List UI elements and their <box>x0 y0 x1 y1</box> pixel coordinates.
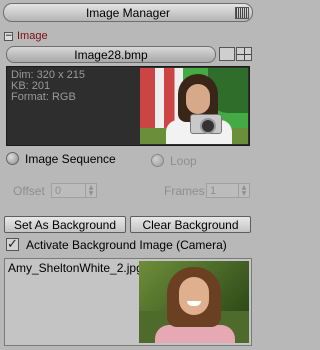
loop-toggle[interactable] <box>151 154 164 167</box>
filename-selector[interactable]: Image28.bmp <box>6 46 216 63</box>
loop-label: Loop <box>170 154 197 168</box>
image-format: Format: RGB <box>11 91 76 103</box>
filename-label: Image28.bmp <box>74 47 148 62</box>
image-thumbnail <box>140 68 248 144</box>
activate-background-checkbox[interactable]: ✓ <box>6 238 19 251</box>
frames-value: 1 <box>210 184 217 197</box>
activate-background-label: Activate Background Image (Camera) <box>26 238 227 252</box>
frames-label: Frames <box>164 184 205 198</box>
window-title: Image Manager <box>85 5 171 20</box>
image-info-panel: Dim: 320 x 215 KB: 201 Format: RGB <box>6 66 250 146</box>
collapse-icon[interactable]: − <box>4 31 13 41</box>
offset-value: 0 <box>55 184 62 197</box>
panel-menu-icon[interactable] <box>235 7 249 19</box>
window-title-bar[interactable]: Image Manager <box>3 3 253 22</box>
image-sequence-toggle[interactable] <box>6 152 19 165</box>
image-list-icon[interactable]: ​ <box>219 47 235 61</box>
background-filename: Amy_SheltonWhite_2.jpg <box>8 261 143 275</box>
grid-view-icon[interactable] <box>236 47 252 61</box>
background-thumbnail <box>139 261 249 343</box>
background-image-panel: Amy_SheltonWhite_2.jpg <box>4 258 252 346</box>
set-as-background-button[interactable]: Set As Background <box>4 216 126 233</box>
image-section-header[interactable]: − Image <box>4 29 48 43</box>
clear-background-button[interactable]: Clear Background <box>130 216 251 233</box>
stepper-arrows-icon[interactable]: ▲ ▼ <box>238 184 249 197</box>
image-sequence-label: Image Sequence <box>25 152 116 166</box>
offset-label: Offset <box>13 184 45 198</box>
frames-stepper[interactable]: 1 ▲ ▼ <box>206 183 250 198</box>
offset-stepper[interactable]: 0 ▲ ▼ <box>51 183 97 198</box>
stepper-arrows-icon[interactable]: ▲ ▼ <box>85 184 96 197</box>
section-title: Image <box>17 30 48 42</box>
